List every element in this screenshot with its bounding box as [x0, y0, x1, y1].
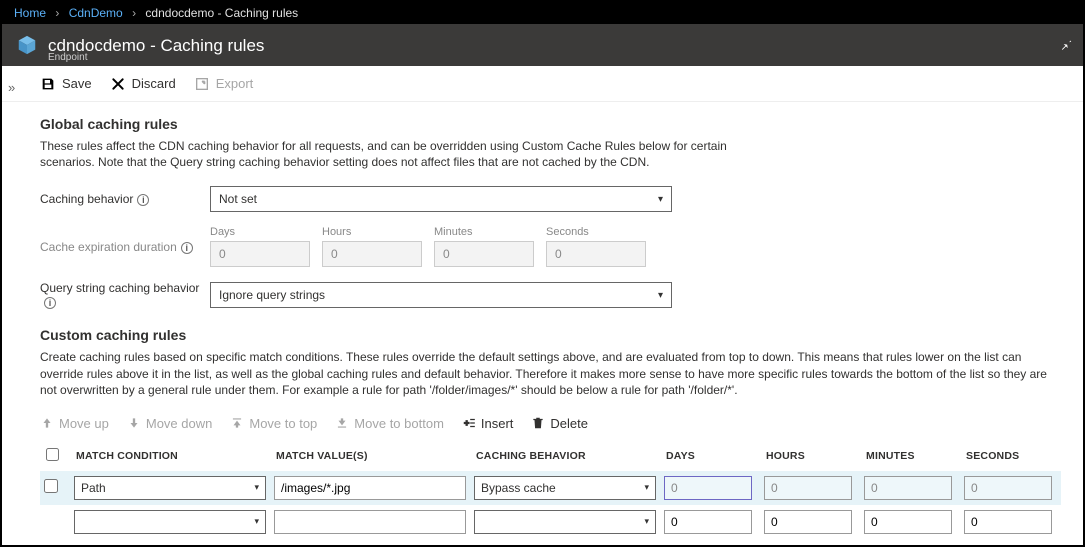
- rules-table: MATCH CONDITION MATCH VALUE(S) CACHING B…: [40, 441, 1061, 539]
- title-bar: cdndocdemo - Caching rules Endpoint: [2, 24, 1083, 66]
- chevron-down-icon: ▾: [254, 482, 259, 493]
- command-bar: Save Discard Export: [2, 66, 1083, 102]
- chevron-down-icon: ▾: [254, 516, 259, 527]
- move-bottom-button: Move to bottom: [335, 416, 444, 431]
- arrow-up-icon: [40, 416, 54, 430]
- row-minutes-input[interactable]: [864, 510, 952, 534]
- breadcrumb-home[interactable]: Home: [14, 6, 46, 20]
- caching-behavior-row-select[interactable]: ▾: [474, 510, 656, 534]
- insert-button[interactable]: Insert: [462, 416, 514, 431]
- row-seconds-input: [964, 476, 1052, 500]
- hours-label: Hours: [322, 226, 422, 238]
- minutes-input: [434, 241, 534, 267]
- save-button[interactable]: Save: [40, 76, 92, 92]
- move-down-button: Move down: [127, 416, 212, 431]
- discard-button[interactable]: Discard: [110, 76, 176, 92]
- endpoint-icon: [16, 34, 38, 56]
- query-behavior-label: Query string caching behaviori: [40, 281, 210, 309]
- duration-group: Days Hours Minutes Seconds: [210, 226, 646, 267]
- col-match-values: MATCH VALUE(S): [270, 450, 470, 462]
- move-top-button: Move to top: [230, 416, 317, 431]
- col-hours: HOURS: [760, 450, 860, 462]
- select-all-checkbox[interactable]: [46, 448, 59, 461]
- custom-heading: Custom caching rules: [40, 327, 1061, 343]
- chevron-down-icon: ▾: [658, 194, 663, 205]
- export-icon: [194, 76, 210, 92]
- row-days-input: [664, 476, 752, 500]
- col-match-condition: MATCH CONDITION: [70, 450, 270, 462]
- insert-icon: [462, 416, 476, 430]
- arrow-down-icon: [127, 416, 141, 430]
- breadcrumb-current: cdndocdemo - Caching rules: [145, 6, 298, 20]
- caching-behavior-value: Not set: [219, 192, 257, 206]
- col-caching-behavior: CACHING BEHAVIOR: [470, 450, 660, 462]
- table-row[interactable]: ▾ ▾: [40, 505, 1061, 539]
- query-behavior-value: Ignore query strings: [219, 288, 325, 302]
- match-condition-select[interactable]: ▾: [74, 510, 266, 534]
- move-up-button: Move up: [40, 416, 109, 431]
- expand-handle[interactable]: »: [8, 80, 15, 95]
- days-input: [210, 241, 310, 267]
- caching-behavior-label: Caching behaviori: [40, 192, 210, 206]
- match-condition-select[interactable]: Path▾: [74, 476, 266, 500]
- row-checkbox[interactable]: [44, 479, 58, 493]
- arrow-top-icon: [230, 416, 244, 430]
- rules-toolbar: Move up Move down Move to top Move to bo…: [40, 416, 1061, 431]
- breadcrumb-sep: ›: [126, 6, 142, 20]
- chevron-down-icon: ▾: [644, 516, 649, 527]
- row-days-input[interactable]: [664, 510, 752, 534]
- hours-input: [322, 241, 422, 267]
- content-scroll[interactable]: Global caching rules These rules affect …: [2, 102, 1083, 545]
- col-seconds: SECONDS: [960, 450, 1060, 462]
- global-desc: These rules affect the CDN caching behav…: [40, 138, 760, 170]
- info-icon[interactable]: i: [44, 297, 56, 309]
- breadcrumb-cdndemo[interactable]: CdnDemo: [69, 6, 123, 20]
- custom-desc: Create caching rules based on specific m…: [40, 349, 1060, 398]
- col-days: DAYS: [660, 450, 760, 462]
- caching-behavior-row-select[interactable]: Bypass cache▾: [474, 476, 656, 500]
- row-seconds-input[interactable]: [964, 510, 1052, 534]
- table-row[interactable]: Path▾ Bypass cache▾: [40, 471, 1061, 505]
- breadcrumb-sep: ›: [49, 6, 65, 20]
- page-subtitle: Endpoint: [48, 52, 87, 63]
- close-icon: [110, 76, 126, 92]
- info-icon[interactable]: i: [181, 242, 193, 254]
- breadcrumb: Home › CdnDemo › cdndocdemo - Caching ru…: [2, 2, 1083, 24]
- minutes-label: Minutes: [434, 226, 534, 238]
- arrow-bottom-icon: [335, 416, 349, 430]
- export-button: Export: [194, 76, 254, 92]
- row-hours-input: [764, 476, 852, 500]
- caching-behavior-select[interactable]: Not set ▾: [210, 186, 672, 212]
- save-label: Save: [62, 76, 92, 91]
- expiration-label: Cache expiration durationi: [40, 240, 210, 254]
- col-minutes: MINUTES: [860, 450, 960, 462]
- seconds-label: Seconds: [546, 226, 646, 238]
- days-label: Days: [210, 226, 310, 238]
- global-heading: Global caching rules: [40, 116, 1061, 132]
- info-icon[interactable]: i: [137, 194, 149, 206]
- page-title: cdndocdemo - Caching rules: [48, 37, 264, 54]
- trash-icon: [531, 416, 545, 430]
- query-behavior-select[interactable]: Ignore query strings ▾: [210, 282, 672, 308]
- seconds-input: [546, 241, 646, 267]
- row-minutes-input: [864, 476, 952, 500]
- pin-icon[interactable]: [1059, 37, 1073, 54]
- match-value-input[interactable]: [274, 510, 466, 534]
- row-hours-input[interactable]: [764, 510, 852, 534]
- chevron-down-icon: ▾: [644, 482, 649, 493]
- discard-label: Discard: [132, 76, 176, 91]
- match-value-input[interactable]: [274, 476, 466, 500]
- export-label: Export: [216, 76, 254, 91]
- delete-button[interactable]: Delete: [531, 416, 588, 431]
- save-icon: [40, 76, 56, 92]
- rules-header: MATCH CONDITION MATCH VALUE(S) CACHING B…: [40, 441, 1061, 471]
- chevron-down-icon: ▾: [658, 290, 663, 301]
